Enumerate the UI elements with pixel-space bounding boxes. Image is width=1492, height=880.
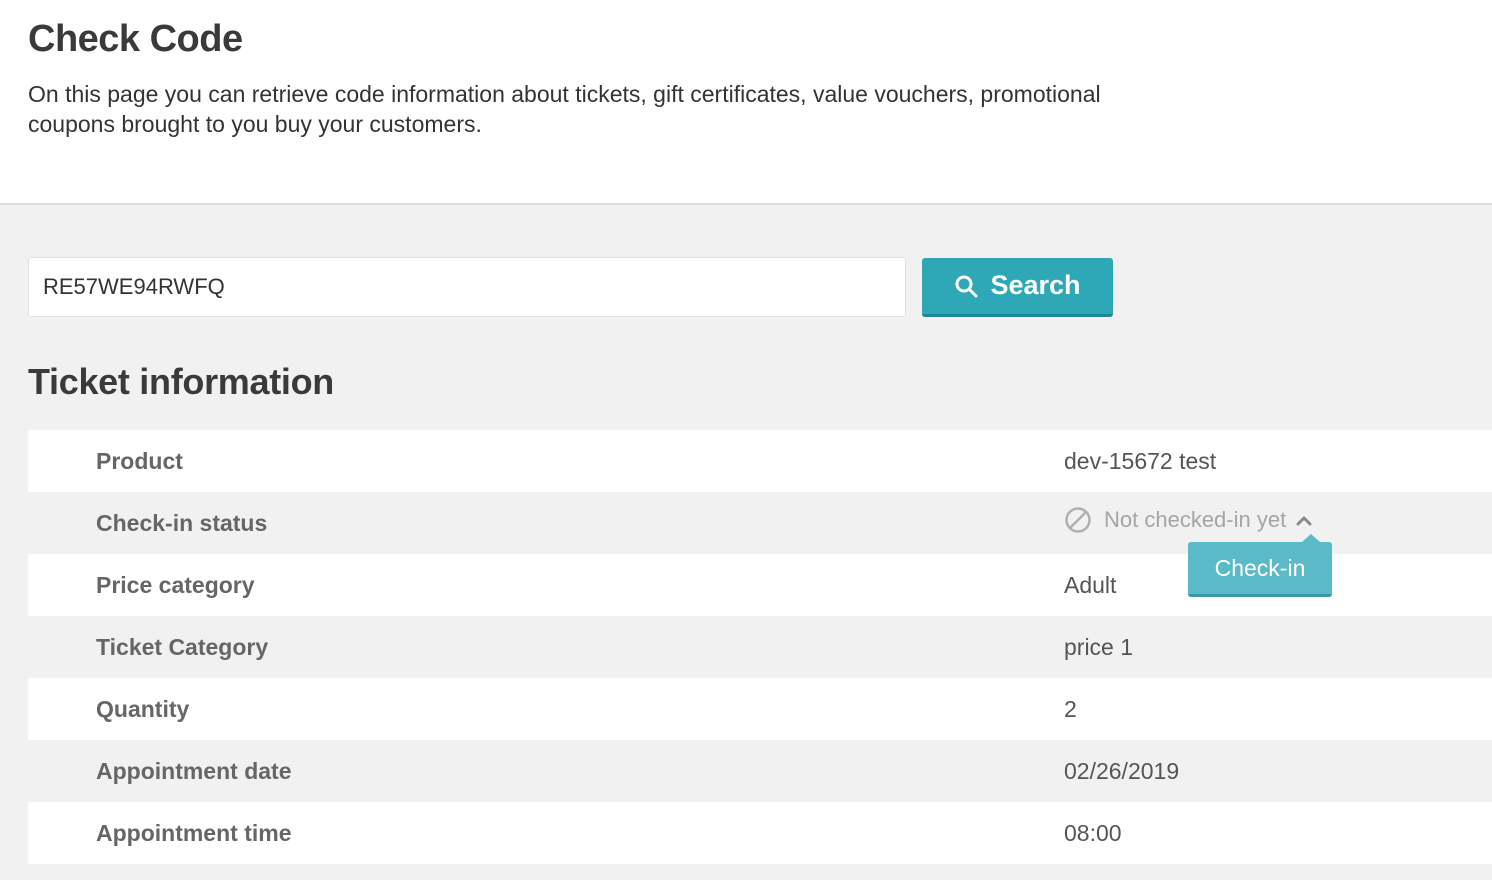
table-row: Check-in status Not checked-in yet Check… <box>28 492 1492 597</box>
checkin-status-cell: Not checked-in yet Check-in <box>1064 492 1492 597</box>
search-button[interactable]: Search <box>922 257 1113 317</box>
ban-icon <box>1065 507 1091 533</box>
row-value: 2 <box>1064 695 1077 722</box>
row-value: 08:00 <box>1064 819 1122 846</box>
checkin-button[interactable]: Check-in <box>1188 534 1332 597</box>
table-row: Quantity 2 <box>28 678 1492 740</box>
table-row: Appointment time 08:00 <box>28 802 1492 864</box>
search-button-label: Search <box>990 270 1081 300</box>
row-label: Price category <box>96 571 255 598</box>
chevron-up-icon <box>1296 516 1312 526</box>
page-description: On this page you can retrieve code infor… <box>28 81 1101 137</box>
row-label: Appointment date <box>96 757 292 784</box>
main-content: Search Ticket information Product dev-15… <box>0 205 1492 864</box>
row-value: 02/26/2019 <box>1064 757 1180 784</box>
row-value: price 1 <box>1064 633 1134 660</box>
checkin-status[interactable]: Not checked-in yet <box>1064 506 1312 534</box>
section-title: Ticket information <box>28 361 334 402</box>
table-row: Ticket Category price 1 <box>28 616 1492 678</box>
row-label: Product <box>96 447 183 474</box>
table-row: Appointment date 02/26/2019 <box>28 740 1492 802</box>
row-label: Check-in status <box>96 509 268 536</box>
page-title: Check Code <box>28 18 243 60</box>
page-header: Check Code On this page you can retrieve… <box>0 0 1492 205</box>
checkin-status-text: Not checked-in yet <box>1104 507 1287 532</box>
row-label: Ticket Category <box>96 633 269 660</box>
table-row: Product dev-15672 test <box>28 430 1492 492</box>
search-row: Search <box>28 257 1492 317</box>
row-value: dev-15672 test <box>1064 447 1217 474</box>
ticket-info-table: Product dev-15672 test Check-in status N… <box>28 430 1492 864</box>
row-label: Appointment time <box>96 819 292 846</box>
search-icon <box>955 275 978 297</box>
row-label: Quantity <box>96 695 190 722</box>
code-search-input[interactable] <box>28 257 906 317</box>
